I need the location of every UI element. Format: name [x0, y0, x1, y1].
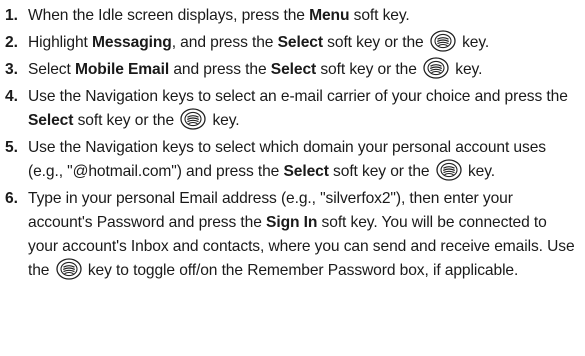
step-item: 1. When the Idle screen displays, press t… — [0, 4, 585, 28]
text-run: key. — [457, 34, 490, 51]
bold-term: Select — [270, 61, 317, 78]
text-run: soft key or the — [322, 34, 428, 51]
ok-key-icon — [55, 258, 82, 281]
step-text: Type in your personal Email address (e.g… — [28, 187, 585, 283]
step-text: Use the Navigation keys to select an e-m… — [28, 85, 585, 133]
text-run: Use the Navigation keys to select an e-m… — [28, 88, 568, 105]
step-number: 6. — [5, 190, 18, 207]
ok-key-icon — [436, 159, 462, 182]
ok-key-icon — [430, 30, 456, 53]
step-item: 4. Use the Navigation keys to select an e… — [0, 85, 585, 133]
step-number: 2. — [5, 34, 18, 51]
step-item: 5. Use the Navigation keys to select whic… — [0, 136, 585, 184]
bold-term: Select — [283, 163, 329, 180]
bold-term: Sign In — [266, 214, 318, 231]
bold-term: Menu — [309, 7, 350, 24]
text-run: Highlight — [28, 34, 93, 51]
step-number: 5. — [5, 139, 18, 156]
step-item: 6. Type in your personal Email address (e… — [0, 187, 585, 283]
text-run: soft key or the — [73, 112, 179, 129]
text-run: soft key or the — [316, 61, 422, 78]
step-text: Select Mobile Email and press the Select… — [28, 57, 585, 82]
step-item: 2. Highlight Messaging, and press the Sel… — [0, 30, 585, 55]
bold-term: Select — [277, 34, 323, 51]
text-run: Select — [28, 61, 75, 78]
text-run: soft key or the — [328, 163, 434, 180]
text-run: When the Idle screen displays, press the — [28, 7, 310, 24]
step-number: 4. — [5, 88, 18, 105]
bold-term: Messaging — [92, 34, 172, 51]
step-item: 3. Select Mobile Email and press the Sele… — [0, 57, 585, 82]
text-run: key. — [451, 61, 483, 78]
text-run: key. — [463, 163, 496, 180]
text-run: soft key. — [349, 7, 410, 24]
ok-key-icon — [423, 57, 449, 80]
text-run: and press the — [169, 61, 271, 78]
text-run: key to toggle off/on the Remember Passwo… — [83, 262, 519, 279]
step-text: Use the Navigation keys to select which … — [28, 136, 585, 184]
step-number: 1. — [5, 7, 18, 24]
step-text: When the Idle screen displays, press the… — [28, 4, 585, 28]
ok-key-icon — [180, 108, 206, 131]
text-run: key. — [208, 112, 240, 129]
step-number: 3. — [5, 61, 18, 78]
instruction-steps-list: 1. When the Idle screen displays, press t… — [0, 0, 585, 356]
bold-term: Select — [28, 112, 74, 129]
bold-term: Mobile Email — [74, 61, 170, 78]
text-run: , and press the — [171, 34, 278, 51]
step-text: Highlight Messaging, and press the Selec… — [28, 30, 585, 55]
